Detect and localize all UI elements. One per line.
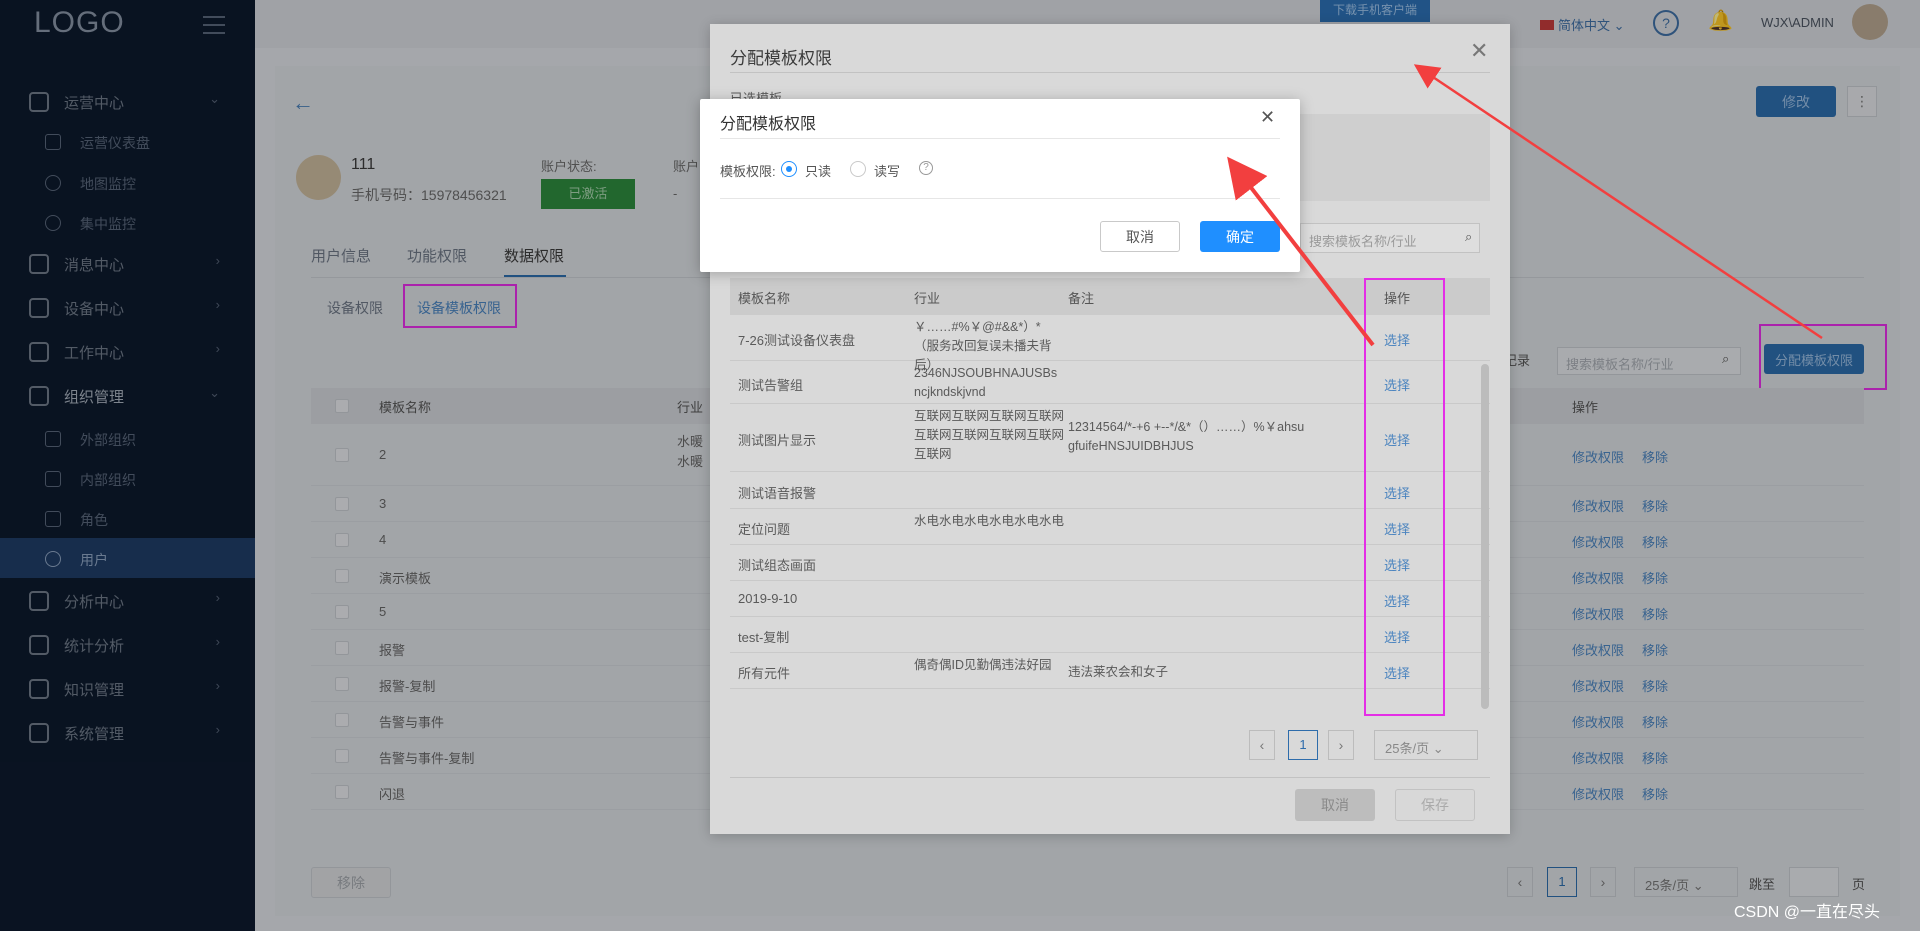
annotation-arrows xyxy=(1227,64,1823,347)
watermark: CSDN @一直在尽头 xyxy=(1734,904,1881,921)
arrow-to-template-dialog xyxy=(1413,64,1823,340)
arrow-to-permission-dialog xyxy=(1227,156,1375,347)
